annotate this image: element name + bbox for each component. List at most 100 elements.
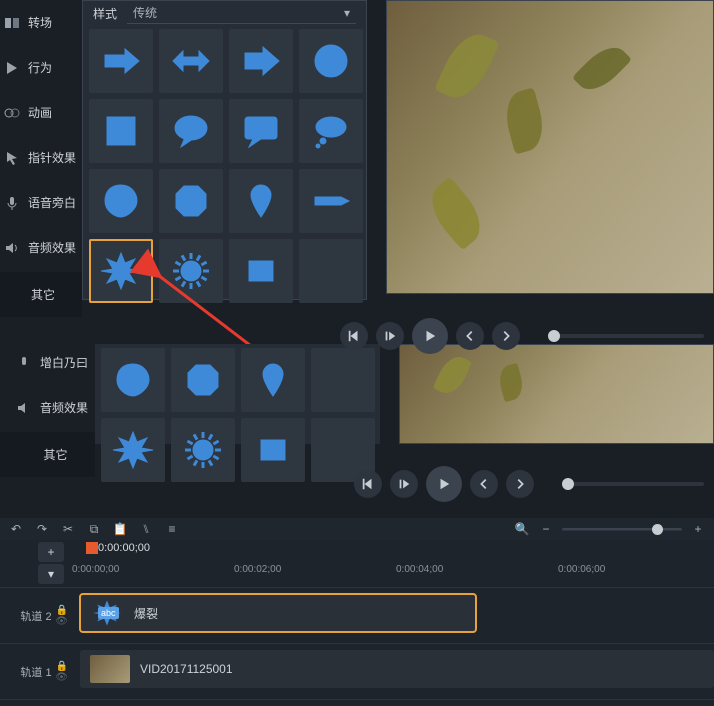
shape-square[interactable] xyxy=(89,99,153,163)
shape-arrow-right[interactable] xyxy=(89,29,153,93)
shape-speech-rect[interactable] xyxy=(229,99,293,163)
undo-button[interactable]: ↶ xyxy=(8,521,24,537)
back-button[interactable] xyxy=(470,470,498,498)
paste-button[interactable]: 📋 xyxy=(112,521,128,537)
preview-pane-1[interactable] xyxy=(386,0,714,294)
shape-rect-small[interactable] xyxy=(241,418,305,482)
style-value: 传统 xyxy=(133,4,157,21)
play-button[interactable] xyxy=(412,318,448,354)
shape-sun[interactable] xyxy=(159,239,223,303)
props-button[interactable]: ≡ xyxy=(164,521,180,537)
volume-slider[interactable] xyxy=(548,334,704,338)
mic-icon xyxy=(16,355,32,371)
play-button[interactable] xyxy=(426,466,462,502)
forward-button[interactable] xyxy=(492,322,520,350)
shape-pin[interactable] xyxy=(229,169,293,233)
shape-arrow-right-solid[interactable] xyxy=(229,29,293,93)
sidebar-item-label: 语音旁白 xyxy=(28,194,76,211)
eye-icon[interactable]: 👁 xyxy=(55,672,68,683)
zoom-slider[interactable] xyxy=(562,528,682,531)
transport-bar-2 xyxy=(344,464,714,504)
track-header[interactable]: 轨道 2 👁 🔒 xyxy=(0,608,72,624)
forward-button[interactable] xyxy=(506,470,534,498)
zoom-control: 🔍 − + xyxy=(514,521,706,537)
sidebar-item-pointer[interactable]: 指针效果 xyxy=(0,135,82,180)
mic-icon xyxy=(4,195,20,211)
shape-octagon[interactable] xyxy=(171,348,235,412)
shape-burst[interactable] xyxy=(101,418,165,482)
clip-tag: abc xyxy=(98,607,119,619)
playhead-marker[interactable] xyxy=(86,542,98,554)
volume-slider[interactable] xyxy=(562,482,704,486)
shape-octagon[interactable] xyxy=(159,169,223,233)
behavior-icon xyxy=(4,60,20,76)
prev-button[interactable] xyxy=(340,322,368,350)
sidebar-item-label: 增白乃曰 xyxy=(40,354,88,371)
sidebar-item-audio[interactable]: 音频效果 xyxy=(0,225,82,270)
preview-pane-2[interactable] xyxy=(399,344,714,444)
sidebar-item-animation[interactable]: 动画 xyxy=(0,90,82,135)
sidebar-item-other[interactable]: 其它 xyxy=(0,272,82,317)
sidebar-item-label: 转场 xyxy=(28,14,52,31)
track-body[interactable]: VID20171125001 xyxy=(72,644,714,699)
copy-button[interactable]: ⧉ xyxy=(86,521,102,537)
shape-burst[interactable] xyxy=(89,239,153,303)
audio-icon xyxy=(16,400,32,416)
shape-speech-oval[interactable] xyxy=(159,99,223,163)
add-track-button[interactable]: + xyxy=(38,542,64,562)
timeline: + ▾ 0:00:00;00 0:00:00;00 0:00:02;00 0:0… xyxy=(0,540,714,706)
timeline-header: + ▾ 0:00:00;00 0:00:00;00 0:00:02;00 0:0… xyxy=(0,540,714,588)
sidebar-item-label: 音频效果 xyxy=(40,399,88,416)
shape-circle[interactable] xyxy=(299,29,363,93)
cut-button[interactable]: ✂ xyxy=(60,521,76,537)
sidebar-item-transition[interactable]: 转场 xyxy=(0,0,82,45)
time-ruler[interactable]: 0:00:00;00 0:00:02;00 0:00:04;00 0:00:06… xyxy=(72,564,714,588)
shape-picker-panel-lower xyxy=(95,344,380,444)
search-icon[interactable]: 🔍 xyxy=(514,521,530,537)
shape-thought-cloud[interactable] xyxy=(299,99,363,163)
clip-burst[interactable]: abc 爆裂 xyxy=(80,594,476,632)
style-label: 样式 xyxy=(93,5,117,22)
preview-image xyxy=(400,345,713,443)
sidebar-item-audio-2[interactable]: 音频效果 xyxy=(0,385,95,430)
step-button[interactable] xyxy=(390,470,418,498)
redo-button[interactable]: ↷ xyxy=(34,521,50,537)
sidebar-item-narration[interactable]: 语音旁白 xyxy=(0,180,82,225)
shape-blob[interactable] xyxy=(89,169,153,233)
shape-blob[interactable] xyxy=(101,348,165,412)
style-dropdown[interactable]: 传统 ▾ xyxy=(127,2,356,24)
zoom-out-button[interactable]: − xyxy=(538,521,554,537)
audio-icon xyxy=(4,240,20,256)
shape-pin[interactable] xyxy=(241,348,305,412)
track-1: 轨道 1 👁 🔒 VID20171125001 xyxy=(0,644,714,700)
animation-icon xyxy=(4,105,20,121)
track-menu-button[interactable]: ▾ xyxy=(38,564,64,584)
chevron-down-icon: ▾ xyxy=(344,6,350,20)
category-sidebar: 转场 行为 动画 指针效果 语音旁白 音频效果 其它 xyxy=(0,0,82,317)
track-header[interactable]: 轨道 1 👁 🔒 xyxy=(0,664,72,680)
prev-button[interactable] xyxy=(354,470,382,498)
shape-arrow-lr[interactable] xyxy=(159,29,223,93)
shape-blank[interactable] xyxy=(311,348,375,412)
sidebar-item-label: 音频效果 xyxy=(28,239,76,256)
shape-sun[interactable] xyxy=(171,418,235,482)
lock-icon[interactable]: 🔒 xyxy=(56,605,68,616)
ruler-tick: 0:00:06;00 xyxy=(558,564,605,575)
zoom-in-button[interactable]: + xyxy=(690,521,706,537)
sidebar-item-other-2[interactable]: 其它 xyxy=(0,432,95,477)
shape-blank[interactable] xyxy=(299,239,363,303)
eye-icon[interactable]: 👁 xyxy=(55,616,68,627)
clip-video[interactable]: VID20171125001 xyxy=(80,650,714,688)
shape-pointer-shape[interactable] xyxy=(299,169,363,233)
preview-image xyxy=(387,1,713,293)
timeline-toolbar: ↶ ↷ ✂ ⧉ 📋 ⑊ ≡ 🔍 − + xyxy=(0,518,714,540)
sidebar-item-narration-2[interactable]: 增白乃曰 xyxy=(0,340,95,385)
lock-icon[interactable]: 🔒 xyxy=(56,661,68,672)
split-button[interactable]: ⑊ xyxy=(138,521,154,537)
back-button[interactable] xyxy=(456,322,484,350)
ruler-tick: 0:00:04;00 xyxy=(396,564,443,575)
shape-rect-small[interactable] xyxy=(229,239,293,303)
track-body[interactable]: abc 爆裂 xyxy=(72,588,714,643)
sidebar-item-behavior[interactable]: 行为 xyxy=(0,45,82,90)
step-button[interactable] xyxy=(376,322,404,350)
